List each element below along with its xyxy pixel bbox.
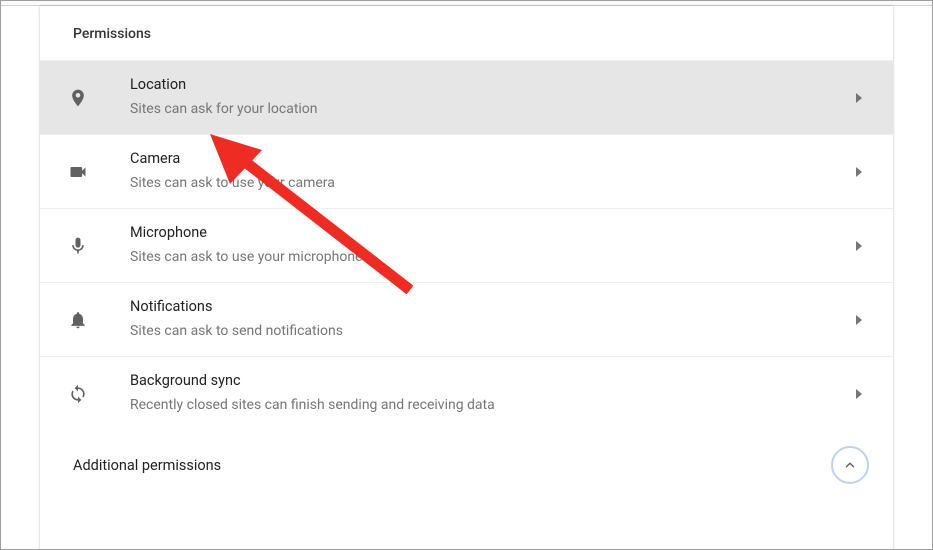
- permission-subtitle: Sites can ask to use your camera: [130, 174, 849, 194]
- permission-text: Background sync Recently closed sites ca…: [130, 371, 849, 416]
- chevron-right-icon: [849, 389, 869, 399]
- chevron-up-icon: [843, 458, 857, 472]
- permission-subtitle: Sites can ask to use your microphone: [130, 248, 849, 268]
- chevron-right-icon: [849, 241, 869, 251]
- chevron-right-icon: [849, 315, 869, 325]
- permission-title: Background sync: [130, 371, 849, 391]
- permission-title: Camera: [130, 149, 849, 169]
- permission-row-background-sync[interactable]: Background sync Recently closed sites ca…: [40, 356, 893, 430]
- permission-subtitle: Recently closed sites can finish sending…: [130, 396, 849, 416]
- location-icon: [66, 86, 90, 110]
- chevron-right-icon: [849, 167, 869, 177]
- permission-subtitle: Sites can ask for your location: [130, 100, 849, 120]
- permission-row-camera[interactable]: Camera Sites can ask to use your camera: [40, 134, 893, 208]
- chevron-right-icon: [849, 93, 869, 103]
- permission-title: Location: [130, 75, 849, 95]
- camera-icon: [66, 160, 90, 184]
- bell-icon: [66, 308, 90, 332]
- additional-permissions-label: Additional permissions: [73, 457, 221, 474]
- permission-title: Notifications: [130, 297, 849, 317]
- scroll-up-button[interactable]: [831, 446, 869, 484]
- permission-row-notifications[interactable]: Notifications Sites can ask to send noti…: [40, 282, 893, 356]
- permission-text: Location Sites can ask for your location: [130, 75, 849, 120]
- sync-icon: [66, 382, 90, 406]
- additional-permissions-row[interactable]: Additional permissions: [40, 430, 893, 500]
- permission-row-location[interactable]: Location Sites can ask for your location: [40, 60, 893, 134]
- settings-panel: Permissions Location Sites can ask for y…: [40, 6, 893, 550]
- permission-text: Camera Sites can ask to use your camera: [130, 149, 849, 194]
- permission-text: Notifications Sites can ask to send noti…: [130, 297, 849, 342]
- permission-subtitle: Sites can ask to send notifications: [130, 322, 849, 342]
- permission-row-microphone[interactable]: Microphone Sites can ask to use your mic…: [40, 208, 893, 282]
- microphone-icon: [66, 234, 90, 258]
- permission-text: Microphone Sites can ask to use your mic…: [130, 223, 849, 268]
- permissions-heading: Permissions: [40, 6, 893, 60]
- permission-title: Microphone: [130, 223, 849, 243]
